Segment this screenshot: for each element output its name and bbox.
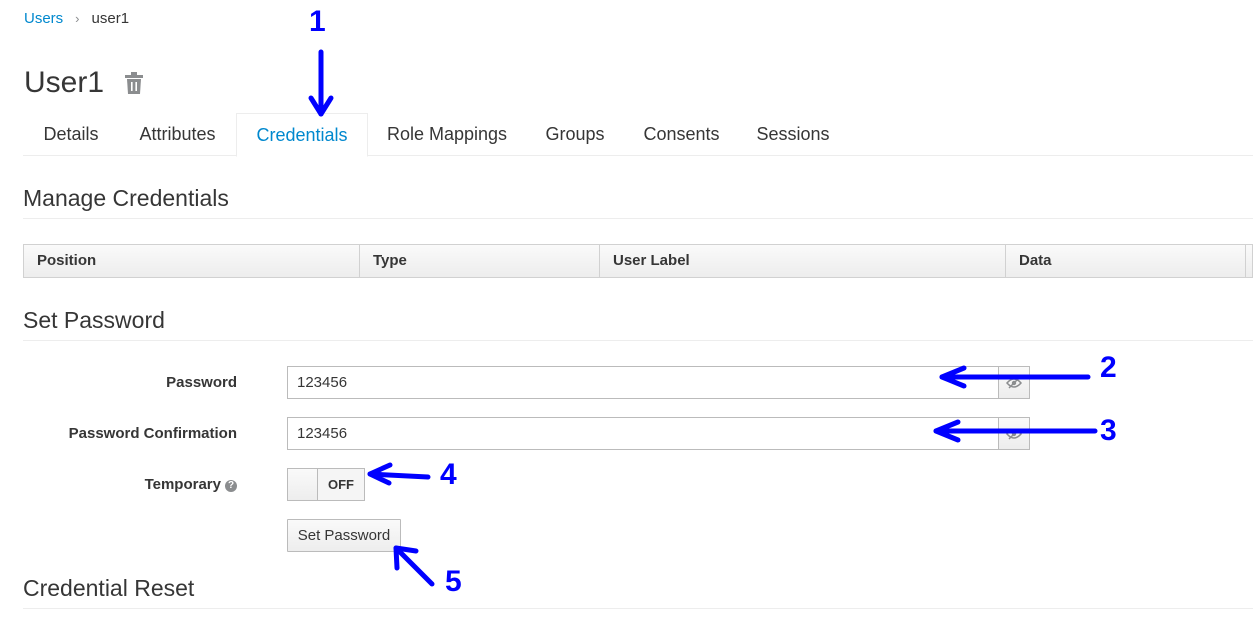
column-header-data[interactable]: Data (1006, 245, 1246, 277)
title-row: User1 (24, 66, 146, 100)
breadcrumb: Users › user1 (24, 10, 129, 27)
tab-details[interactable]: Details (23, 113, 119, 156)
breadcrumb-users-link[interactable]: Users (24, 10, 63, 27)
temporary-label: Temporary (144, 476, 221, 493)
column-header-type[interactable]: Type (360, 245, 600, 277)
set-password-heading: Set Password (23, 307, 1253, 341)
tab-groups[interactable]: Groups (526, 113, 624, 156)
annotation-number-4: 4 (440, 458, 457, 491)
annotation-number-2: 2 (1100, 351, 1117, 384)
column-header-position[interactable]: Position (24, 245, 360, 277)
trash-icon[interactable] (124, 70, 146, 96)
temporary-label-row: Temporary? (100, 476, 237, 493)
temporary-toggle[interactable]: OFF (287, 468, 365, 501)
page-title: User1 (24, 66, 105, 99)
tab-role-mappings[interactable]: Role Mappings (368, 113, 526, 156)
set-password-button[interactable]: Set Password (287, 519, 401, 552)
tab-sessions[interactable]: Sessions (739, 113, 847, 156)
manage-credentials-heading: Manage Credentials (23, 185, 1253, 219)
credentials-table-header: Position Type User Label Data (23, 244, 1253, 278)
breadcrumb-separator-icon: › (75, 11, 80, 26)
password-label: Password (166, 374, 237, 391)
annotation-arrow-4 (367, 462, 431, 486)
breadcrumb-current: user1 (91, 10, 130, 27)
toggle-state-text: OFF (318, 469, 364, 500)
password-confirmation-input-group (287, 417, 1030, 450)
password-input-group (287, 366, 1030, 399)
tab-bar: Details Attributes Credentials Role Mapp… (23, 113, 1253, 157)
tab-attributes[interactable]: Attributes (119, 113, 236, 156)
annotation-number-3: 3 (1100, 414, 1117, 447)
password-confirmation-label: Password Confirmation (68, 425, 237, 442)
annotation-number-5: 5 (445, 565, 462, 598)
show-confirmation-eye-icon[interactable] (998, 418, 1029, 449)
tab-consents[interactable]: Consents (624, 113, 739, 156)
toggle-handle (288, 469, 318, 500)
credential-reset-heading: Credential Reset (23, 575, 1253, 609)
annotation-number-1: 1 (309, 5, 326, 38)
tab-credentials[interactable]: Credentials (236, 113, 368, 157)
column-header-user-label[interactable]: User Label (600, 245, 1006, 277)
password-confirmation-input[interactable] (288, 418, 998, 449)
password-input[interactable] (288, 367, 998, 398)
help-question-icon[interactable]: ? (225, 479, 237, 492)
show-password-eye-icon[interactable] (998, 367, 1029, 398)
annotation-arrow-1 (308, 49, 334, 117)
